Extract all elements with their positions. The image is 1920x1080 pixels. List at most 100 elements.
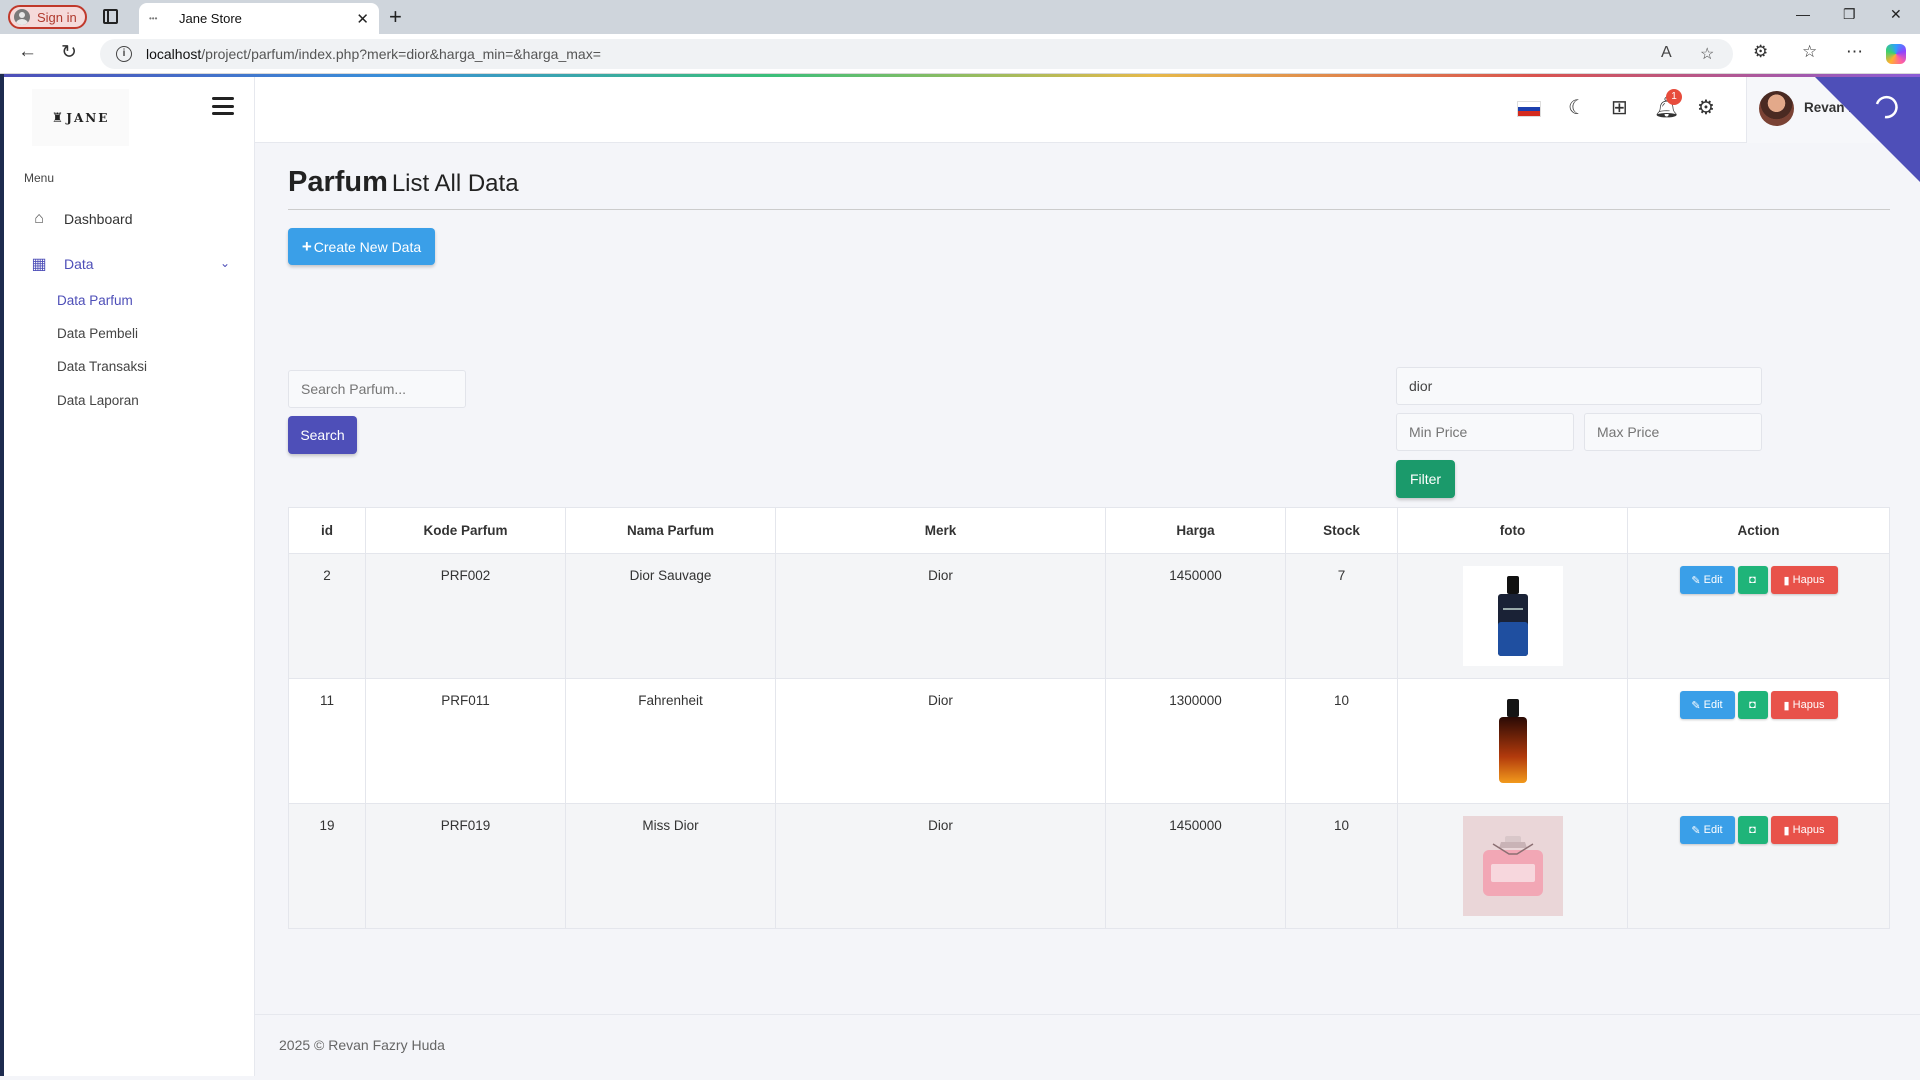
url-field[interactable]: i localhost /project/parfum/index.php?me… bbox=[100, 39, 1733, 69]
browser-tab-bar: Sign in ••• Jane Store ✕ + — ❐ ✕ bbox=[0, 0, 1920, 34]
site-info-icon[interactable]: i bbox=[116, 46, 132, 62]
tab-actions-icon[interactable] bbox=[103, 9, 118, 24]
edit-label: Edit bbox=[1703, 574, 1723, 586]
page-title: Parfum List All Data bbox=[288, 166, 519, 199]
profile-icon bbox=[14, 9, 30, 25]
photo-button[interactable]: ◘ bbox=[1737, 816, 1768, 844]
topbar: ☾ ⊞ 🔔︎ 1 ⚙ Revan F bbox=[255, 77, 1920, 182]
sidebar-item-label: Data bbox=[64, 256, 94, 272]
table-row: 19 PRF019 Miss Dior Dior 1450000 10 ✎ Ed… bbox=[288, 803, 1890, 929]
tab-close-icon[interactable]: ✕ bbox=[356, 10, 369, 28]
search-input[interactable] bbox=[288, 370, 466, 408]
cell-nama: Fahrenheit bbox=[565, 678, 776, 804]
perfume-photo[interactable] bbox=[1462, 566, 1563, 666]
favorites-icon[interactable]: ☆ bbox=[1802, 42, 1817, 62]
logo-text: JANE bbox=[66, 110, 110, 125]
moon-icon[interactable]: ☾ bbox=[1568, 95, 1586, 120]
cell-foto bbox=[1397, 678, 1628, 804]
signin-label: Sign in bbox=[37, 9, 77, 25]
browser-address-bar: ← ↻ i localhost /project/parfum/index.ph… bbox=[0, 34, 1920, 74]
edit-label: Edit bbox=[1703, 699, 1723, 711]
camera-icon: ◘ bbox=[1749, 574, 1756, 586]
perfume-photo[interactable] bbox=[1462, 816, 1563, 916]
sidebar-subitem-data-transaksi[interactable]: Data Transaksi bbox=[57, 359, 147, 374]
pencil-icon: ✎ bbox=[1691, 574, 1701, 587]
delete-label: Hapus bbox=[1792, 824, 1825, 836]
page-title-sub: List All Data bbox=[391, 170, 519, 197]
col-header-id: id bbox=[288, 507, 366, 554]
trash-icon: ▮ bbox=[1783, 699, 1790, 712]
sidebar: ♜ JANE Menu ⌂ Dashboard ▦ Data ⌄ Data Pa… bbox=[4, 77, 255, 1076]
sidebar-subitem-data-parfum[interactable]: Data Parfum bbox=[57, 293, 133, 308]
cell-kode: PRF019 bbox=[365, 803, 566, 929]
miss-dior-bottle bbox=[1482, 836, 1543, 896]
col-header-stock: Stock bbox=[1285, 507, 1398, 554]
camera-icon: ◘ bbox=[1749, 699, 1756, 711]
edit-button[interactable]: ✎ Edit bbox=[1679, 566, 1735, 594]
chevron-down-icon[interactable]: ⌄ bbox=[220, 256, 230, 270]
back-icon[interactable]: ← bbox=[18, 41, 37, 63]
minimize-icon[interactable]: — bbox=[1796, 6, 1810, 22]
sidebar-item-label: Dashboard bbox=[64, 211, 133, 227]
sidebar-subitem-data-laporan[interactable]: Data Laporan bbox=[57, 393, 139, 408]
cell-foto bbox=[1397, 553, 1628, 679]
edit-button[interactable]: ✎ Edit bbox=[1679, 816, 1735, 844]
extensions-icon[interactable]: ⚙ bbox=[1753, 42, 1768, 62]
new-tab-icon[interactable]: + bbox=[389, 4, 402, 30]
layout-icon: ▦ bbox=[31, 256, 47, 273]
logo-perfume-icon: ♜ bbox=[51, 109, 64, 125]
col-header-foto: foto bbox=[1397, 507, 1628, 554]
logo[interactable]: ♜ JANE bbox=[32, 89, 129, 146]
title-divider bbox=[288, 209, 1890, 210]
search-button[interactable]: Search bbox=[288, 416, 357, 454]
pencil-icon: ✎ bbox=[1691, 699, 1701, 712]
min-price-input[interactable] bbox=[1396, 413, 1574, 451]
gear-icon[interactable]: ⚙ bbox=[1697, 95, 1715, 120]
favorite-star-icon[interactable]: ☆ bbox=[1700, 44, 1714, 64]
browser-tab-active[interactable]: ••• Jane Store ✕ bbox=[139, 3, 379, 34]
page-title-main: Parfum bbox=[288, 166, 388, 198]
reload-icon[interactable]: ↻ bbox=[61, 41, 77, 64]
trash-icon: ▮ bbox=[1783, 824, 1790, 837]
apps-grid-icon[interactable]: ⊞ bbox=[1611, 95, 1628, 120]
merk-filter-input[interactable] bbox=[1396, 367, 1762, 405]
cell-action: ✎ Edit ◘ ▮ Hapus bbox=[1627, 553, 1890, 679]
browser-signin-button[interactable]: Sign in bbox=[8, 5, 87, 29]
menu-label: Menu bbox=[24, 171, 55, 185]
more-icon[interactable]: ⋯ bbox=[1846, 42, 1863, 62]
photo-button[interactable]: ◘ bbox=[1737, 691, 1768, 719]
delete-button[interactable]: ▮ Hapus bbox=[1770, 816, 1838, 844]
home-icon: ⌂ bbox=[34, 210, 44, 227]
col-header-kode: Kode Parfum bbox=[365, 507, 566, 554]
max-price-input[interactable] bbox=[1584, 413, 1762, 451]
corner-ribbon[interactable] bbox=[1815, 77, 1920, 183]
filter-button[interactable]: Filter bbox=[1396, 460, 1455, 498]
delete-label: Hapus bbox=[1792, 574, 1825, 586]
sidebar-subitem-data-pembeli[interactable]: Data Pembeli bbox=[57, 326, 138, 341]
russia-flag-icon[interactable] bbox=[1517, 101, 1541, 117]
restore-icon[interactable]: ❐ bbox=[1843, 6, 1856, 23]
col-header-action: Action bbox=[1627, 507, 1890, 554]
url-path: /project/parfum/index.php?merk=dior&harg… bbox=[201, 46, 601, 62]
cell-harga: 1450000 bbox=[1105, 553, 1286, 679]
avatar bbox=[1759, 91, 1794, 126]
sidebar-item-dashboard[interactable]: ⌂ Dashboard bbox=[29, 207, 133, 231]
delete-button[interactable]: ▮ Hapus bbox=[1770, 691, 1838, 719]
camera-icon: ◘ bbox=[1749, 824, 1756, 836]
delete-button[interactable]: ▮ Hapus bbox=[1770, 566, 1838, 594]
cell-id: 2 bbox=[288, 553, 366, 679]
window-close-icon[interactable]: ✕ bbox=[1890, 6, 1902, 23]
hamburger-menu-icon[interactable] bbox=[212, 97, 234, 115]
sidebar-item-data[interactable]: ▦ Data bbox=[29, 252, 94, 276]
tab-favicon-icon: ••• bbox=[149, 14, 158, 23]
edit-button[interactable]: ✎ Edit bbox=[1679, 691, 1735, 719]
perfume-photo[interactable] bbox=[1462, 691, 1563, 791]
create-new-data-button[interactable]: + Create New Data bbox=[288, 228, 435, 265]
col-header-nama: Nama Parfum bbox=[565, 507, 776, 554]
cell-stock: 7 bbox=[1285, 553, 1398, 679]
cell-merk: Dior bbox=[775, 678, 1106, 804]
copilot-icon[interactable] bbox=[1886, 44, 1906, 64]
cell-merk: Dior bbox=[775, 803, 1106, 929]
photo-button[interactable]: ◘ bbox=[1737, 566, 1768, 594]
read-aloud-icon[interactable]: A bbox=[1661, 44, 1672, 62]
